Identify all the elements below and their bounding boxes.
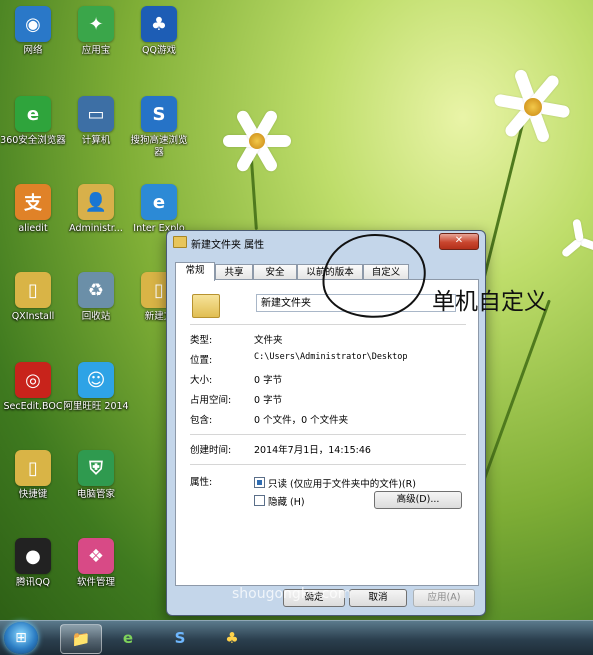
desktop-icon-software-manager[interactable]: ❖ 软件管理 — [63, 538, 129, 589]
desktop-icon-label: QQ游戏 — [142, 45, 176, 56]
type-label: 类型: — [190, 335, 213, 346]
watermark-url: shougongke.com — [232, 586, 352, 602]
software-manager-icon: ❖ — [78, 538, 114, 574]
desktop-icon-label: 电脑管家 — [76, 489, 115, 500]
hidden-checkbox[interactable] — [254, 495, 265, 506]
tab-security[interactable]: 安全 — [253, 264, 297, 280]
size-on-disk-label: 占用空间: — [190, 395, 232, 406]
desktop-icon-label: QXInstall — [11, 311, 55, 322]
desktop-icon-pc-manager[interactable]: ⛨ 电脑管家 — [63, 450, 129, 501]
sogou-task-icon[interactable]: S — [160, 624, 200, 652]
boc-icon: ◎ — [15, 362, 51, 398]
desktop-icon-label: 应用宝 — [81, 45, 111, 56]
close-button[interactable]: ✕ — [439, 233, 479, 250]
desktop-icon-label: Administr... — [69, 223, 123, 234]
desktop-icon-tencent-qq[interactable]: ● 腾讯QQ — [0, 538, 66, 589]
desktop-icon-label: 快捷键 — [18, 489, 48, 500]
desktop-icon-administrator[interactable]: 👤 Administr... — [63, 184, 129, 235]
desktop-icon-app-store[interactable]: ✦ 应用宝 — [63, 6, 129, 57]
qq-game-task-icon[interactable]: ♣ — [212, 624, 252, 652]
created-value: 2014年7月1日，14:15:46 — [254, 445, 371, 456]
annotation-text: 单机自定义 — [432, 289, 547, 315]
desktop-icon-360-browser[interactable]: e 360安全浏览器 — [0, 96, 66, 147]
divider — [190, 324, 466, 325]
desktop-icon-internet-explorer[interactable]: e Inter Explo — [126, 184, 192, 235]
dialog-titlebar[interactable]: 新建文件夹 属性 ✕ — [167, 231, 485, 253]
aliedit-icon: 支 — [15, 184, 51, 220]
location-label: 位置: — [190, 355, 213, 366]
desktop-icon-aliedit[interactable]: 支 aliedit — [0, 184, 66, 235]
cancel-button[interactable]: 取消 — [349, 589, 407, 607]
apply-button[interactable]: 应用(A) — [413, 589, 475, 607]
desktop-icon-label: aliedit — [18, 223, 48, 234]
pc-manager-icon: ⛨ — [78, 450, 114, 486]
recycle-bin-icon: ♻ — [78, 272, 114, 308]
sogou-browser-icon: S — [141, 96, 177, 132]
qq-icon: ● — [15, 538, 51, 574]
hidden-label: 隐藏 (H) — [268, 497, 305, 508]
desktop-icon-recycle-bin[interactable]: ♻ 回收站 — [63, 272, 129, 323]
desktop-icon-network[interactable]: ◉ 网络 — [0, 6, 66, 57]
desktop-icon-label: 搜狗高速浏览器 — [130, 135, 188, 158]
type-value: 文件夹 — [254, 335, 283, 346]
desktop-icon-secedit-boc[interactable]: ◎ SecEdit.BOC — [0, 362, 66, 413]
desktop-icon-label: SecEdit.BOC — [3, 401, 63, 412]
attributes-label: 属性: — [190, 477, 213, 488]
advanced-button[interactable]: 高级(D)... — [374, 491, 462, 509]
desktop-icon-computer[interactable]: ▭ 计算机 — [63, 96, 129, 147]
ie-icon: e — [141, 184, 177, 220]
tab-sharing[interactable]: 共享 — [215, 264, 253, 280]
desktop-icon-qq-game[interactable]: ♣ QQ游戏 — [126, 6, 192, 57]
created-label: 创建时间: — [190, 445, 232, 456]
360-browser-icon: e — [15, 96, 51, 132]
readonly-checkbox[interactable] — [254, 477, 265, 488]
360-browser-task-icon[interactable]: e — [108, 624, 148, 652]
qq-game-icon: ♣ — [141, 6, 177, 42]
explorer-task-icon[interactable]: 📁 — [60, 624, 102, 654]
contains-label: 包含: — [190, 415, 213, 426]
contains-value: 0 个文件，0 个文件夹 — [254, 415, 349, 426]
desktop-icon-shortcut-keys[interactable]: ▯ 快捷键 — [0, 450, 66, 501]
folder-icon: ▯ — [15, 272, 51, 308]
location-value: C:\Users\Administrator\Desktop — [254, 352, 408, 362]
size-label: 大小: — [190, 375, 213, 386]
desktop-icon-aliwangwang[interactable]: ☺ 阿里旺旺 2014 — [63, 362, 129, 413]
divider — [190, 434, 466, 435]
desktop-icon-label: 计算机 — [81, 135, 111, 146]
dialog-title: 新建文件夹 属性 — [191, 240, 265, 251]
desktop-icon-label: 软件管理 — [76, 577, 115, 588]
desktop-icon-qxinstall[interactable]: ▯ QXInstall — [0, 272, 66, 323]
divider — [190, 464, 466, 465]
desktop-icon-label: 回收站 — [81, 311, 111, 322]
aliwangwang-icon: ☺ — [78, 362, 114, 398]
desktop-icon-sogou-browser[interactable]: S 搜狗高速浏览器 — [126, 96, 192, 159]
folder-icon: ▯ — [15, 450, 51, 486]
app-store-icon: ✦ — [78, 6, 114, 42]
folder-icon — [173, 236, 187, 248]
watermark: 手工客 — [232, 547, 350, 588]
folder-icon — [192, 294, 220, 318]
desktop-icon-label: 腾讯QQ — [16, 577, 50, 588]
network-icon: ◉ — [15, 6, 51, 42]
computer-icon: ▭ — [78, 96, 114, 132]
readonly-label: 只读 (仅应用于文件夹中的文件)(R) — [268, 479, 416, 490]
size-value: 0 字节 — [254, 375, 283, 386]
user-folder-icon: 👤 — [78, 184, 114, 220]
start-button[interactable]: ⊞ — [4, 622, 38, 654]
desktop-icon-label: 阿里旺旺 2014 — [63, 401, 129, 412]
desktop-icon-label: 网络 — [23, 45, 43, 56]
desktop-icon-label: 360安全浏览器 — [0, 135, 66, 146]
tab-general[interactable]: 常规 — [175, 262, 215, 281]
size-on-disk-value: 0 字节 — [254, 395, 283, 406]
taskbar: ⊞ 📁 e S ♣ — [0, 620, 593, 655]
